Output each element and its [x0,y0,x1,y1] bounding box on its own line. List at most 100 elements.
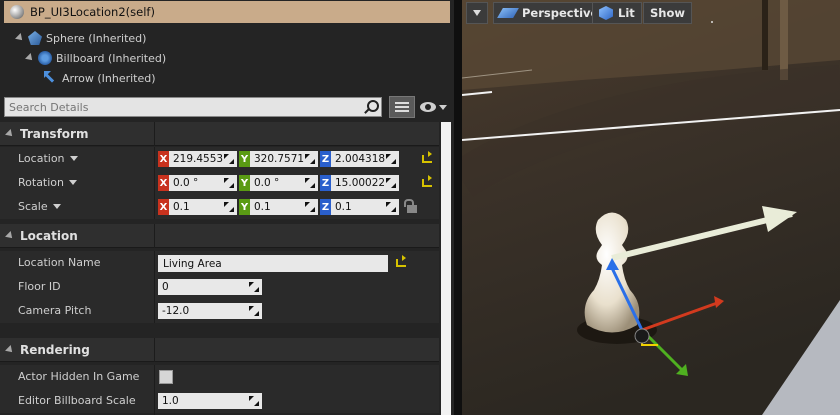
chevron-down-icon [52,204,61,209]
tree-item-label: Arrow (Inherited) [62,71,156,85]
billboard-scale-input[interactable]: 1.0 [158,393,262,409]
drag-handle-icon[interactable] [249,396,259,406]
details-scrollbar[interactable] [441,122,451,415]
search-row [0,94,454,120]
door-frame [780,0,788,80]
expand-arrow-icon[interactable] [25,53,35,63]
tree-item-sphere[interactable]: Sphere (Inherited) [15,28,147,48]
rotation-z[interactable]: Z 15.00022 [320,175,399,191]
location-label[interactable]: Location [18,152,78,165]
location-z[interactable]: Z 2.004318 [320,151,399,167]
actor-hidden-checkbox[interactable] [159,370,173,384]
reset-to-default-icon[interactable] [422,175,432,187]
expand-arrow-icon[interactable] [5,230,15,241]
search-icon[interactable] [363,100,379,114]
category-transform[interactable]: Transform [0,122,439,146]
chevron-down-icon [473,10,481,16]
lit-button[interactable]: Lit [592,2,642,24]
scale-x[interactable]: X 0.1 [158,199,237,215]
rotation-label[interactable]: Rotation [18,176,78,189]
category-title: Location [20,228,78,243]
tree-item-arrow[interactable]: Arrow (Inherited) [44,68,156,88]
reset-to-default-icon[interactable] [422,151,432,163]
lock-icon[interactable] [404,199,417,213]
camera-pitch-input[interactable]: -12.0 [158,303,262,319]
perspective-button[interactable]: Perspective [493,2,606,24]
drag-handle-icon[interactable] [386,178,396,188]
column-divider [154,251,155,323]
scale-x-input[interactable]: 0.1 [169,199,237,215]
drag-handle-icon[interactable] [249,282,259,292]
search-box[interactable] [4,97,382,117]
visibility-filter-button[interactable] [420,99,450,115]
drag-handle-icon[interactable] [305,202,315,212]
location-name-input[interactable]: Living Area [158,255,388,272]
level-viewport[interactable]: Perspective Lit Show [462,0,840,415]
rotation-z-input[interactable]: 15.00022 [331,175,399,191]
details-panel: BP_UI3Location2(self) Sphere (Inherited)… [0,0,454,415]
x-axis-tag: X [158,151,169,167]
location-z-input[interactable]: 2.004318 [331,151,399,167]
eye-icon [420,102,436,112]
rotation-x-input[interactable]: 0.0 ° [169,175,237,191]
billboard-scale-label: Editor Billboard Scale [18,394,136,407]
location-x[interactable]: X 219.4553 [158,151,237,167]
property-actor-hidden: Actor Hidden In Game [0,365,439,389]
drag-handle-icon[interactable] [386,154,396,164]
rotation-y-input[interactable]: 0.0 ° [250,175,318,191]
lit-icon [599,6,613,20]
drag-handle-icon[interactable] [305,154,315,164]
rotation-x[interactable]: X 0.0 ° [158,175,237,191]
expand-arrow-icon[interactable] [5,344,15,355]
list-icon [395,110,409,112]
actor-sphere-icon [10,5,24,19]
arrow-icon [44,71,58,85]
search-input[interactable] [5,100,355,114]
expand-arrow-icon[interactable] [5,128,15,139]
property-camera-pitch: Camera Pitch -12.0 [0,299,439,323]
chevron-down-icon [69,156,78,161]
category-title: Transform [20,126,89,141]
perspective-label: Perspective [522,6,599,20]
light-dot [711,21,713,23]
scale-label[interactable]: Scale [18,200,61,213]
camera-pitch-label: Camera Pitch [18,304,92,317]
viewport-options-button[interactable] [466,2,488,24]
actor-title-bar[interactable]: BP_UI3Location2(self) [4,1,450,23]
floor-id-input[interactable]: 0 [158,279,262,295]
category-rendering[interactable]: Rendering [0,338,439,362]
floor-id-label: Floor ID [18,280,61,293]
location-y[interactable]: Y 320.7571 [239,151,318,167]
property-floor-id: Floor ID 0 [0,275,439,299]
reset-to-default-icon[interactable] [396,255,406,267]
sphere-icon [28,31,42,45]
show-button[interactable]: Show [643,2,692,24]
door-gap [762,0,768,70]
lit-label: Lit [618,6,635,20]
scale-z-input[interactable]: 0.1 [331,199,399,215]
drag-handle-icon[interactable] [224,178,234,188]
drag-handle-icon[interactable] [224,202,234,212]
column-divider [154,338,155,362]
expand-arrow-icon[interactable] [15,33,25,43]
location-x-input[interactable]: 219.4553 [169,151,237,167]
tree-item-label: Billboard (Inherited) [56,51,167,65]
billboard-icon [38,51,52,65]
panel-splitter[interactable] [454,0,462,415]
gizmo-pivot [634,328,650,344]
scale-y[interactable]: Y 0.1 [239,199,318,215]
y-axis-tag: Y [239,175,250,191]
chevron-down-icon [69,180,78,185]
drag-handle-icon[interactable] [224,154,234,164]
drag-handle-icon[interactable] [249,306,259,316]
location-y-input[interactable]: 320.7571 [250,151,318,167]
tree-item-label: Sphere (Inherited) [46,31,147,45]
rotation-y[interactable]: Y 0.0 ° [239,175,318,191]
scale-z[interactable]: Z 0.1 [320,199,399,215]
category-location[interactable]: Location [0,224,439,248]
view-options-button[interactable] [389,96,415,118]
scale-y-input[interactable]: 0.1 [250,199,318,215]
drag-handle-icon[interactable] [305,178,315,188]
drag-handle-icon[interactable] [386,202,396,212]
tree-item-billboard[interactable]: Billboard (Inherited) [25,48,167,68]
